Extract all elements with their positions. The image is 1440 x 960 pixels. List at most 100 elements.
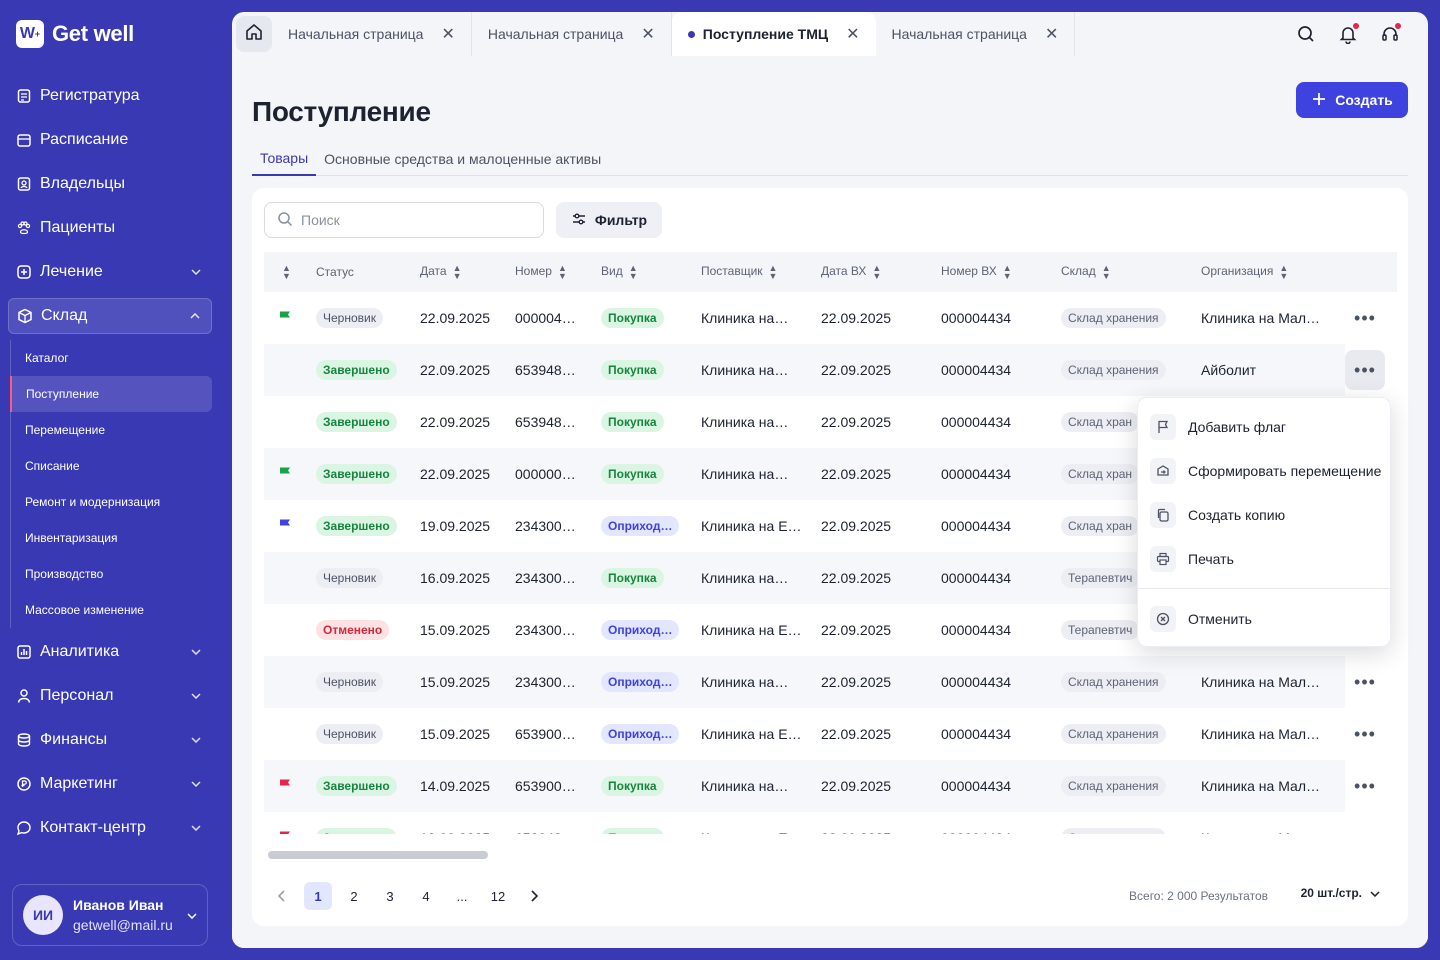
number-in-cell: 000004434	[941, 622, 1012, 638]
tab-home-1[interactable]: Начальная страница ✕	[272, 12, 472, 56]
chevron-down-icon	[190, 734, 202, 746]
subnav-item-transfer[interactable]: Перемещение	[11, 412, 212, 448]
headset-icon[interactable]	[1378, 22, 1402, 46]
medical-plus-icon	[16, 264, 32, 280]
subnav-item-inventory[interactable]: Инвентаризация	[11, 520, 212, 556]
table-header: ▲ ▼ Статус Дата ▲ ▼ Номер ▲ ▼ Вид ▲ ▼ Поставщик…	[264, 252, 1397, 292]
sidebar-item-label: Пациенты	[40, 219, 116, 236]
sidebar-item-schedule[interactable]: Расписание	[8, 122, 212, 158]
sidebar-item-warehouse[interactable]: Склад	[8, 298, 212, 334]
chevron-down-icon[interactable]	[187, 906, 197, 924]
more-actions-button[interactable]: •••	[1345, 766, 1385, 806]
table-row[interactable]: Завершено 14.09.2025 653900… Покупка Клиника…	[264, 760, 1397, 812]
more-actions-button[interactable]: •••	[1345, 818, 1385, 835]
tab-home-2[interactable]: Начальная страница ✕	[472, 12, 672, 56]
next-page-icon[interactable]	[520, 882, 548, 910]
number-cell: 653948…	[515, 362, 576, 378]
table-row[interactable]: Завершено 22.09.2025 653948… Покупка Клиника…	[264, 344, 1397, 396]
horizontal-scrollbar[interactable]	[268, 851, 488, 859]
col-store[interactable]: Склад ▲ ▼	[1061, 252, 1201, 292]
close-icon[interactable]: ✕	[641, 24, 654, 44]
page-button[interactable]: 12	[484, 882, 512, 910]
col-supplier[interactable]: Поставщик ▲ ▼	[701, 252, 821, 292]
col-number[interactable]: Номер ▲ ▼	[515, 252, 601, 292]
subtab-fixed-assets[interactable]: Основные средства и малоценные активы	[316, 142, 609, 176]
subnav-item-writeoff[interactable]: Списание	[11, 448, 212, 484]
more-actions-button[interactable]: •••	[1345, 662, 1385, 702]
page-button[interactable]: 3	[376, 882, 404, 910]
sidebar-item-patients[interactable]: Пациенты	[8, 210, 212, 246]
close-icon[interactable]: ✕	[1045, 24, 1058, 44]
store-cell: Склад хранения	[1061, 760, 1201, 812]
col-number-in[interactable]: Номер ВХ ▲ ▼	[941, 252, 1061, 292]
table-row[interactable]: Черновик 15.09.2025 234300… Оприход… Клиника…	[264, 656, 1397, 708]
col-kind[interactable]: Вид ▲ ▼	[601, 252, 701, 292]
create-button[interactable]: Создать	[1296, 82, 1408, 118]
subnav-item-repair[interactable]: Ремонт и модернизация	[11, 484, 212, 520]
bell-icon[interactable]	[1336, 22, 1360, 46]
sidebar-item-registratura[interactable]: Регистратура	[8, 78, 212, 114]
flag-icon	[278, 830, 292, 834]
menu-create-transfer[interactable]: Сформировать перемещение	[1150, 455, 1381, 487]
flag-cell	[264, 812, 316, 834]
table-row[interactable]: Завершено 13.09.2025653948…Покупка Клиника…	[264, 812, 1397, 834]
col-label: Номер	[515, 264, 552, 279]
per-page-select[interactable]: 20 шт./стр.	[1301, 886, 1380, 900]
sort-icon: ▲ ▼	[768, 263, 778, 281]
sidebar-item-contact-center[interactable]: Контакт-центр	[8, 810, 212, 846]
sidebar-item-treatment[interactable]: Лечение	[8, 254, 212, 290]
search-icon[interactable]	[1294, 22, 1318, 46]
more-dots-icon: •••	[1354, 828, 1376, 835]
search-input[interactable]: Поиск	[264, 202, 544, 238]
chevron-down-icon	[190, 822, 202, 834]
user-name: Иванов Иван	[73, 897, 164, 913]
tab-home-3[interactable]: Начальная страница ✕	[876, 12, 1076, 56]
sidebar-item-finance[interactable]: Финансы	[8, 722, 212, 758]
kind-badge: Покупка	[601, 828, 664, 834]
menu-cancel[interactable]: Отменить	[1150, 603, 1252, 635]
table-row[interactable]: Черновик 15.09.2025 653900… Оприход… Клиника…	[264, 708, 1397, 760]
date-cell: 22.09.2025	[420, 466, 491, 482]
user-card[interactable]: ИИ Иванов Иван getwell@mail.ru	[12, 884, 208, 946]
sort-all-header[interactable]: ▲ ▼	[264, 252, 316, 292]
page-button[interactable]: 4	[412, 882, 440, 910]
sidebar-item-analytics[interactable]: Аналитика	[8, 634, 212, 670]
more-actions-button[interactable]: •••	[1345, 298, 1385, 338]
more-actions-button[interactable]: •••	[1345, 350, 1385, 390]
subtab-goods[interactable]: Товары	[252, 142, 317, 176]
menu-print[interactable]: Печать	[1150, 543, 1234, 575]
close-icon[interactable]: ✕	[846, 24, 859, 44]
store-badge: Склад хранения	[1061, 360, 1166, 380]
page-button[interactable]: 2	[340, 882, 368, 910]
subnav-item-catalog[interactable]: Каталог	[11, 340, 212, 376]
date-in-cell: 22.09.2025	[821, 362, 892, 378]
subnav-item-production[interactable]: Производство	[11, 556, 212, 592]
col-org[interactable]: Организация ▲ ▼	[1201, 252, 1345, 292]
subnav-item-mass-edit[interactable]: Массовое изменение	[11, 592, 212, 628]
sidebar-item-label: Владельцы	[40, 175, 125, 192]
col-date-in[interactable]: Дата ВХ ▲ ▼	[821, 252, 941, 292]
number-cell: 000004…	[515, 310, 576, 326]
prev-page-icon[interactable]	[268, 882, 296, 910]
menu-add-flag[interactable]: Добавить флаг	[1150, 411, 1286, 443]
more-actions-button[interactable]: •••	[1345, 714, 1385, 754]
col-status[interactable]: Статус	[316, 252, 420, 292]
sort-icon: ▲ ▼	[452, 263, 462, 281]
sidebar-item-staff[interactable]: Персонал	[8, 678, 212, 714]
filter-button[interactable]: Фильтр	[556, 202, 662, 238]
sidebar-item-owners[interactable]: Владельцы	[8, 166, 212, 202]
tab-receipt[interactable]: Поступление ТМЦ ✕	[671, 12, 876, 56]
subnav-item-receipt[interactable]: Поступление	[10, 376, 212, 412]
sidebar-item-marketing[interactable]: Маркетинг	[8, 766, 212, 802]
table-row[interactable]: Черновик 22.09.2025 000004… Покупка Клиника …	[264, 292, 1397, 344]
app-logo[interactable]: W + Get well	[16, 20, 134, 48]
home-button[interactable]	[236, 16, 272, 52]
plus-icon	[1311, 91, 1327, 110]
more-dots-icon: •••	[1354, 307, 1376, 328]
close-icon[interactable]: ✕	[441, 24, 454, 44]
sidebar-item-label: Контакт-центр	[40, 819, 146, 836]
store-badge: Терапевтич	[1061, 620, 1140, 640]
menu-copy[interactable]: Создать копию	[1150, 499, 1285, 531]
page-button[interactable]: 1	[304, 882, 332, 910]
col-date[interactable]: Дата ▲ ▼	[420, 252, 515, 292]
